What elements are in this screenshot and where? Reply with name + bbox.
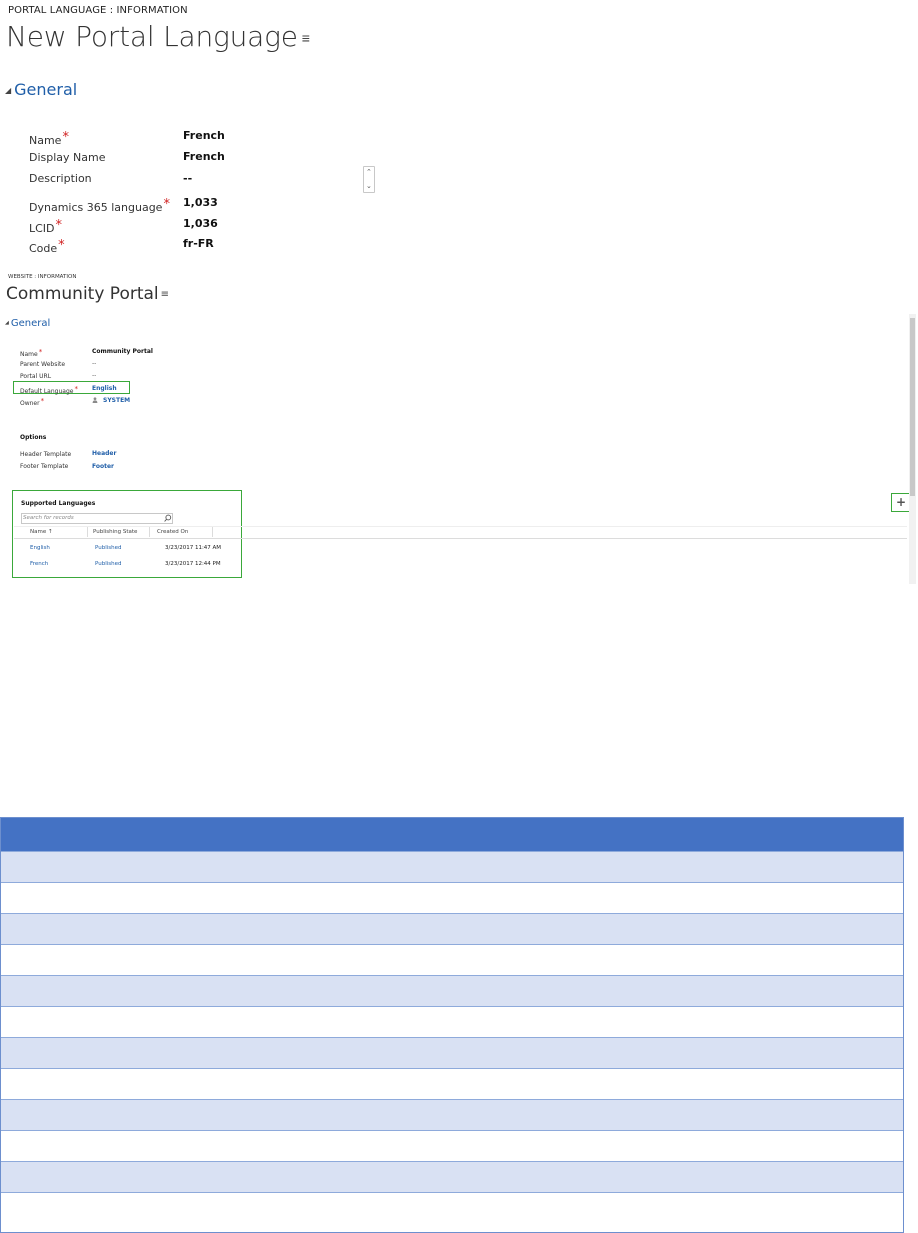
collapse-triangle-icon: ◢: [5, 86, 12, 95]
scroll-down-icon[interactable]: ⌄: [366, 182, 372, 190]
description-scrollbar[interactable]: ⌃ ⌄: [363, 166, 375, 193]
subgrid-title: Supported Languages: [21, 500, 96, 507]
collapse-triangle-icon: ◢: [5, 320, 9, 326]
grid-cell-created: 3/23/2017 11:47 AM: [165, 545, 222, 551]
table-row: [1, 913, 903, 944]
column-header-publishing-state[interactable]: Publishing State: [93, 529, 137, 535]
required-marker: *: [62, 130, 69, 145]
owner-name: SYSTEM: [103, 397, 131, 404]
required-marker: *: [40, 397, 45, 405]
field-label-name: Name*: [20, 348, 43, 358]
field-value-parent-website[interactable]: --: [92, 360, 96, 367]
plus-icon: +: [896, 495, 907, 509]
column-separator: [149, 527, 150, 537]
field-value-code[interactable]: fr-FR: [183, 237, 214, 250]
field-label-lcid: LCID*: [29, 218, 63, 235]
section-general[interactable]: ◢ General: [5, 318, 50, 329]
table-row: [1, 1099, 903, 1130]
form-title-text: New Portal Language: [6, 20, 298, 53]
field-value-default-language[interactable]: English: [92, 385, 117, 392]
field-label-display-name: Display Name: [29, 151, 106, 164]
field-value-portal-url[interactable]: --: [92, 372, 96, 379]
column-separator: [212, 527, 213, 537]
table-row: [1, 882, 903, 913]
column-header-created-on[interactable]: Created On: [157, 529, 188, 535]
grid-cell-name[interactable]: English: [30, 545, 50, 551]
field-label-dynamics-language: Dynamics 365 language*: [29, 197, 170, 214]
field-label-description: Description: [29, 172, 92, 185]
field-value-name[interactable]: Community Portal: [92, 348, 153, 355]
field-label-header-template: Header Template: [20, 451, 72, 458]
required-marker: *: [58, 238, 65, 253]
entity-label: PORTAL LANGUAGE : INFORMATION: [8, 5, 188, 16]
required-marker: *: [38, 348, 43, 356]
section-title: General: [10, 318, 51, 329]
field-label-portal-url: Portal URL: [20, 373, 52, 380]
form-title: New Portal Language ≡: [6, 20, 310, 53]
field-value-description[interactable]: --: [183, 172, 192, 185]
table-row: [1, 1037, 903, 1068]
table-row: [1, 1006, 903, 1037]
grid-cell-name[interactable]: French: [30, 561, 48, 567]
scroll-up-icon[interactable]: ⌃: [366, 168, 372, 176]
table-body: [1, 851, 903, 1223]
table-row: [1, 1161, 903, 1192]
table-header: [1, 818, 903, 851]
search-icon[interactable]: [162, 513, 173, 524]
field-value-name[interactable]: French: [183, 129, 225, 142]
section-general[interactable]: ◢ General: [5, 80, 77, 99]
table-row: [1, 975, 903, 1006]
list-menu-icon[interactable]: ≡: [161, 289, 169, 300]
field-label-default-language: Default Language*: [20, 385, 78, 395]
field-label-footer-template: Footer Template: [20, 463, 69, 470]
column-separator: [87, 527, 88, 537]
field-value-footer-template[interactable]: Footer: [92, 463, 114, 470]
grid-cell-state[interactable]: Published: [95, 545, 121, 551]
field-label-parent-website: Parent Website: [20, 361, 66, 368]
user-icon: [92, 397, 98, 403]
add-record-button[interactable]: +: [891, 493, 910, 512]
list-menu-icon[interactable]: ≡: [302, 31, 310, 47]
field-value-dynamics-language[interactable]: 1,033: [183, 196, 218, 209]
table-row: [1, 1130, 903, 1161]
required-marker: *: [163, 197, 170, 212]
grid-top-divider: [14, 526, 907, 527]
options-heading: Options: [20, 434, 47, 441]
field-value-owner[interactable]: SYSTEM: [92, 397, 130, 404]
form-title-text: Community Portal: [6, 284, 159, 304]
entity-label: WEBSITE : INFORMATION: [8, 274, 77, 280]
search-placeholder: Search for records: [23, 515, 74, 521]
field-value-header-template[interactable]: Header: [92, 450, 116, 457]
field-value-lcid[interactable]: 1,036: [183, 217, 218, 230]
field-label-code: Code*: [29, 238, 65, 255]
field-label-name: Name*: [29, 130, 69, 147]
column-header-name[interactable]: Name ↑: [30, 529, 53, 535]
field-label-owner: Owner*: [20, 397, 45, 407]
grid-header-divider: [14, 538, 907, 539]
field-value-display-name[interactable]: French: [183, 150, 225, 163]
section-title: General: [14, 80, 78, 99]
required-marker: *: [55, 218, 63, 233]
table-row: [1, 851, 903, 882]
table-row: [1, 1068, 903, 1099]
grid-cell-state[interactable]: Published: [95, 561, 121, 567]
scrollbar-thumb[interactable]: [910, 318, 915, 496]
required-marker: *: [74, 385, 78, 393]
form-title: Community Portal ≡: [6, 284, 169, 304]
table-row: [1, 1192, 903, 1223]
grid-cell-created: 3/23/2017 12:44 PM: [165, 561, 221, 567]
table-row: [1, 944, 903, 975]
empty-table: [0, 817, 904, 1233]
